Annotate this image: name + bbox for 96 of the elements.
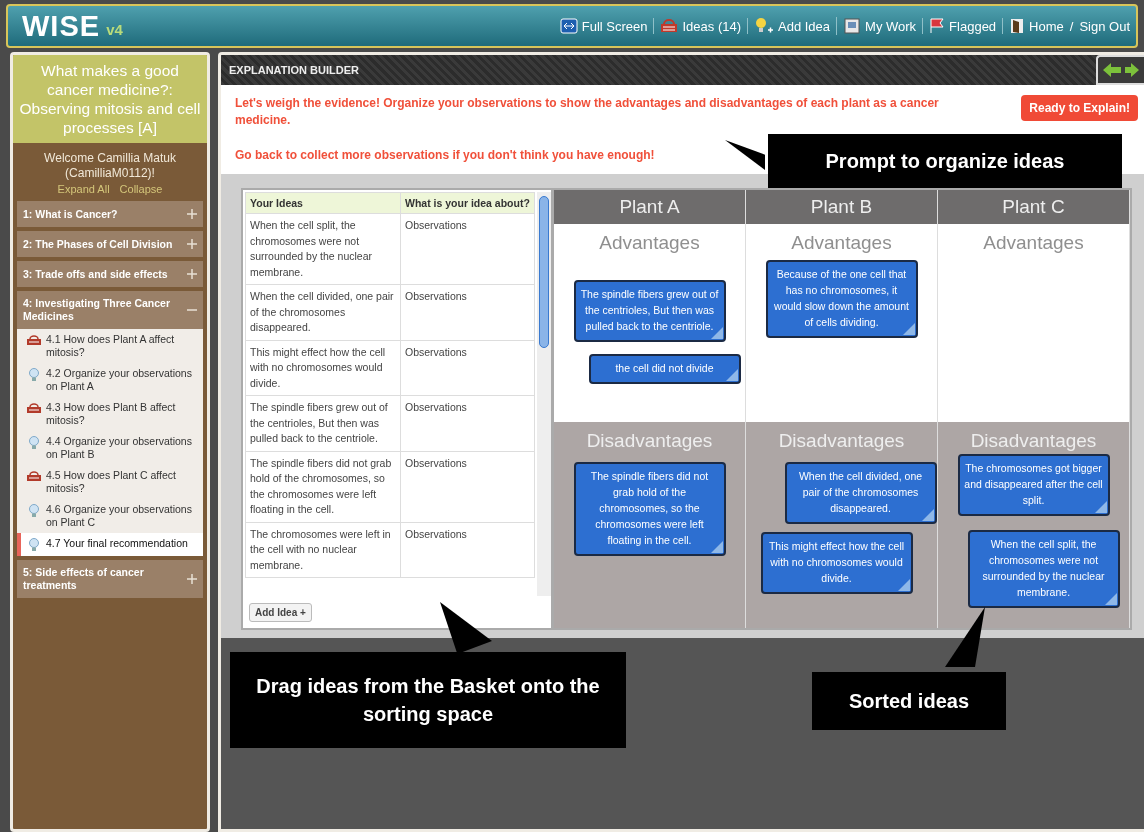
- table-cell[interactable]: When the cell split, the chromosomes were not surrounded by the nuclear membrane.: [245, 213, 401, 285]
- card-text: The spindle fibers did not grab hold of the chromosomes, so the chromosomes were left floating in the cell.: [590, 470, 709, 546]
- next-arrow-icon[interactable]: [1125, 63, 1139, 77]
- idea-card[interactable]: The chromosomes got bigger and disappeared after the cell split.: [957, 454, 1110, 516]
- step-item[interactable]: 4.1 How does Plant A affect mitosis?: [17, 329, 203, 363]
- step-title: EXPLANATION BUILDER: [229, 64, 359, 76]
- scrollbar[interactable]: [537, 192, 551, 596]
- collapse-link[interactable]: Collapse: [119, 183, 163, 195]
- door-icon: [1009, 18, 1026, 34]
- table-cell: Observations: [400, 213, 535, 285]
- prompt-text: Go back to collect more observations if you don't think you have enough!: [235, 147, 655, 164]
- logo: WISE: [22, 9, 101, 43]
- card-text: the cell did not divide: [615, 362, 714, 374]
- nav-link[interactable]: Ideas (14): [654, 18, 748, 34]
- separator: /: [1069, 18, 1074, 34]
- resize-handle-icon[interactable]: [921, 509, 934, 521]
- plant-column-header: Plant C: [938, 190, 1129, 224]
- resize-handle-icon[interactable]: [710, 541, 723, 553]
- table-cell: Observations: [400, 340, 535, 396]
- lightbulb-icon: [27, 504, 41, 518]
- prompt-text: Let's weigh the evidence! Organize your observations to show the advantages and disadvantages of each plant as a cancer medicine.: [235, 95, 940, 129]
- welcome-text: Welcome Camillia Matuk (CamilliaM0112)!: [43, 150, 177, 181]
- previous-arrow-icon[interactable]: [1103, 63, 1121, 77]
- table-cell: Observations: [400, 395, 535, 451]
- zone-label: Advantages: [983, 232, 1084, 254]
- column-header: What is your idea about?: [400, 192, 535, 214]
- step-item[interactable]: 4.5 How does Plant C affect mitosis?: [17, 465, 203, 499]
- card-text: The spindle fibers grew out of the centrioles, But then was pulled back to the centriole.: [580, 288, 719, 332]
- table-cell: Observations: [400, 522, 535, 578]
- table-cell[interactable]: This might effect how the cell with no chromosomes would divide.: [245, 340, 401, 396]
- basket-icon: [27, 470, 41, 482]
- table-cell: Observations: [400, 284, 535, 340]
- scroll-thumb[interactable]: [539, 196, 549, 348]
- fullscreen-icon: [559, 18, 578, 34]
- section-header[interactable]: 2: The Phases of Cell Division: [17, 231, 203, 257]
- zone-label: Disadvantages: [586, 430, 713, 452]
- card-text: When the cell split, the chromosomes were not surrounded by the nuclear membrane.: [982, 538, 1105, 598]
- card-text: Because of the one cell that has no chromosomes, it would slow down the amount of cells dividing.: [774, 268, 909, 328]
- basket-icon: [27, 334, 41, 346]
- idea-card[interactable]: the cell did not divide: [588, 354, 741, 384]
- resize-handle-icon[interactable]: [725, 369, 738, 381]
- nav-link[interactable]: Add Idea: [748, 17, 838, 35]
- zone-label: Advantages: [791, 232, 892, 254]
- section-header[interactable]: 3: Trade offs and side effects: [17, 261, 203, 287]
- resize-handle-icon[interactable]: [897, 579, 910, 591]
- version-label: v4: [106, 20, 123, 38]
- idea-card[interactable]: When the cell split, the chromosomes were not surrounded by the nuclear membrane.: [967, 530, 1120, 608]
- add-idea-button[interactable]: Add Idea +: [249, 603, 312, 622]
- lightbulb-icon: [27, 436, 41, 450]
- idea-card[interactable]: This might effect how the cell with no chromosomes would divide.: [760, 532, 913, 594]
- idea-card[interactable]: The spindle fibers grew out of the centrioles, But then was pulled back to the centriole.: [573, 280, 726, 342]
- lightbulb-plus-icon: [754, 17, 774, 35]
- nav-link[interactable]: Home: [1003, 18, 1070, 34]
- callout: Prompt to organize ideas: [768, 134, 1122, 188]
- basket-icon: [660, 18, 679, 34]
- idea-card[interactable]: When the cell divided, one pair of the chromosomes disappeared.: [784, 462, 937, 524]
- zone-label: Disadvantages: [778, 430, 905, 452]
- resize-handle-icon[interactable]: [1094, 501, 1107, 513]
- card-text: The chromosomes got bigger and disappeared after the cell split.: [964, 462, 1103, 506]
- ready-to-explain-button[interactable]: Ready to Explain!: [1021, 95, 1138, 121]
- card-text: This might effect how the cell with no chromosomes would divide.: [768, 540, 905, 584]
- resize-handle-icon[interactable]: [1104, 593, 1117, 605]
- section-header[interactable]: 5: Side effects of cancer treatments: [17, 560, 203, 598]
- table-cell[interactable]: The spindle fibers grew out of the centrioles, But then was pulled back to the centriole.: [245, 395, 401, 451]
- flag-icon: [929, 18, 946, 34]
- project-title: What makes a good cancer medicine?: Observing mitosis and cell processes [A]: [13, 55, 207, 143]
- step-item[interactable]: 4.3 How does Plant B affect mitosis?: [17, 397, 203, 431]
- section-header[interactable]: 4: Investigating Three Cancer Medicines: [17, 291, 203, 329]
- resize-handle-icon[interactable]: [902, 323, 915, 335]
- table-cell[interactable]: The chromosomes were left in the cell with no nuclear membrane.: [245, 522, 401, 578]
- step-item[interactable]: 4.7 Your final recommendation: [17, 533, 203, 556]
- column-header: Your Ideas: [245, 192, 401, 214]
- expand-all-link[interactable]: Expand All: [57, 183, 110, 195]
- callout: Sorted ideas: [812, 672, 1006, 730]
- table-cell[interactable]: When the cell divided, one pair of the chromosomes disappeared.: [245, 284, 401, 340]
- lightbulb-icon: [27, 538, 41, 552]
- plant-column-header: Plant A: [554, 190, 745, 224]
- zone-label: Disadvantages: [970, 430, 1097, 452]
- nav-link[interactable]: My Work: [837, 18, 924, 34]
- lightbulb-icon: [27, 368, 41, 382]
- step-item[interactable]: 4.4 Organize your observations on Plant B: [17, 431, 203, 465]
- zone-label: Advantages: [599, 232, 700, 254]
- table-cell: Observations: [400, 451, 535, 522]
- nav-link[interactable]: Full Screen: [553, 18, 655, 34]
- section-header[interactable]: 1: What is Cancer?: [17, 201, 203, 227]
- idea-card[interactable]: Because of the one cell that has no chromosomes, it would slow down the amount of cells dividing.: [765, 260, 918, 338]
- step-item[interactable]: 4.2 Organize your observations on Plant A: [17, 363, 203, 397]
- basket-icon: [27, 402, 41, 414]
- plant-column-header: Plant B: [746, 190, 937, 224]
- notebook-icon: [843, 18, 862, 34]
- idea-card[interactable]: The spindle fibers did not grab hold of the chromosomes, so the chromosomes were left floating in the cell.: [573, 462, 726, 556]
- card-text: When the cell divided, one pair of the chromosomes disappeared.: [798, 470, 923, 514]
- step-item[interactable]: 4.6 Organize your observations on Plant C: [17, 499, 203, 533]
- nav-link[interactable]: Sign Out: [1073, 18, 1130, 34]
- table-cell[interactable]: The spindle fibers did not grab hold of the chromosomes, so the chromosomes were left floating in the cell.: [245, 451, 401, 522]
- nav-link[interactable]: Flagged: [923, 18, 1004, 34]
